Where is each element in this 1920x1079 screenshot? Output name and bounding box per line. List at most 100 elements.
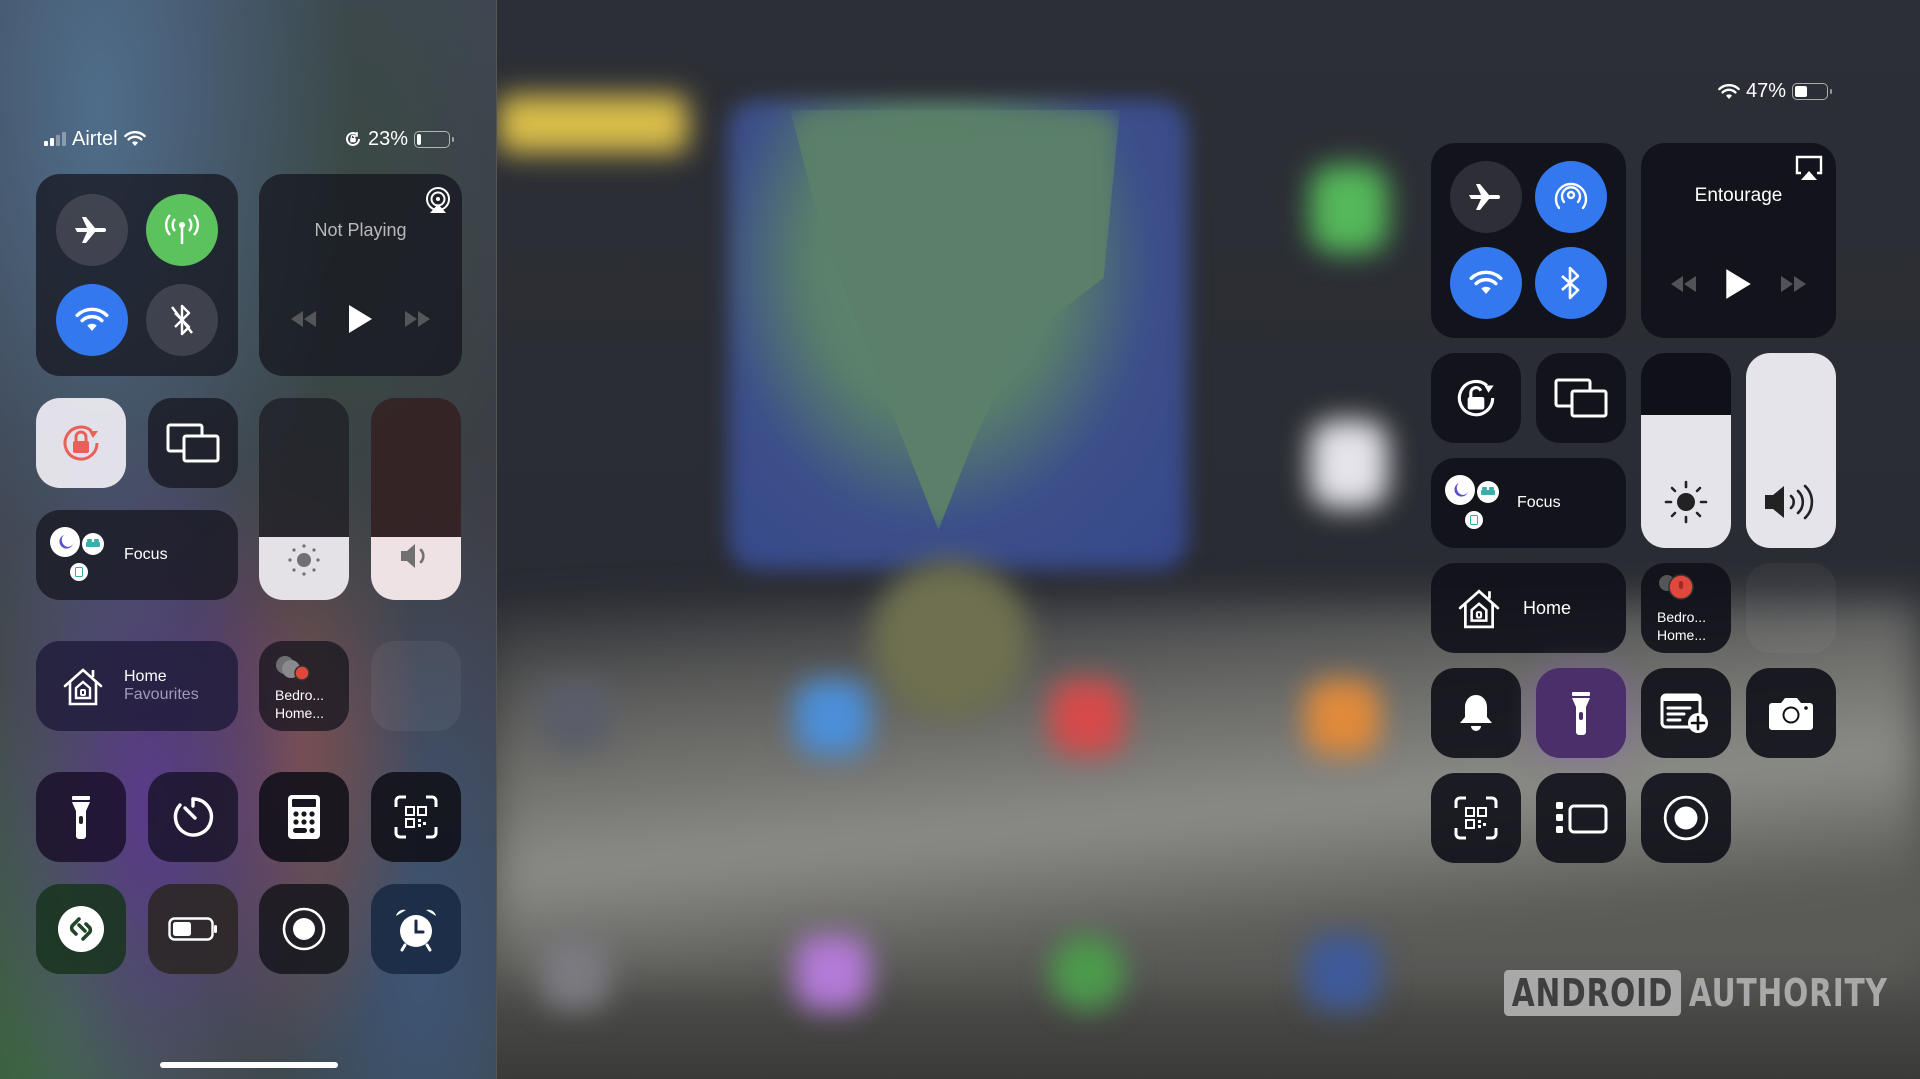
low-power-mode-button[interactable] — [148, 884, 238, 974]
home-title: Home — [124, 668, 167, 685]
volume-slider[interactable] — [1746, 353, 1836, 548]
wifi-icon — [1718, 83, 1740, 99]
carrier-name: Airtel — [72, 127, 118, 150]
qr-scanner-icon — [394, 795, 438, 839]
sleep-bed-icon — [1477, 481, 1499, 503]
home-accessory-bedroom[interactable]: Bedro... Home... — [259, 641, 349, 731]
home-icon — [63, 668, 103, 706]
rewind-icon[interactable] — [288, 309, 318, 329]
blurred-app-icon — [1305, 935, 1380, 1010]
battery-level — [1795, 86, 1807, 97]
screen-mirroring-button[interactable] — [148, 398, 238, 488]
shazam-icon — [58, 906, 104, 952]
camera-button[interactable] — [1746, 668, 1836, 758]
volume-slider[interactable] — [371, 398, 461, 600]
timer-button[interactable] — [148, 772, 238, 862]
brightness-slider[interactable] — [1641, 353, 1731, 548]
moon-icon — [1445, 475, 1475, 505]
blurred-app-icon — [1310, 420, 1388, 508]
flashlight-icon — [1572, 692, 1590, 735]
fast-forward-icon[interactable] — [403, 309, 433, 329]
qr-scanner-button[interactable] — [371, 772, 461, 862]
stage-manager-icon — [1556, 802, 1608, 834]
antenna-icon — [165, 214, 199, 244]
bluetooth-toggle[interactable] — [1535, 247, 1607, 319]
play-icon[interactable] — [347, 304, 373, 334]
rotation-lock-toggle[interactable] — [36, 398, 126, 488]
home-accessory-bedroom[interactable]: Bedro... Home... — [1641, 563, 1731, 653]
home-button[interactable]: Home — [1431, 563, 1626, 653]
iphone-status-right: 23% — [344, 126, 455, 152]
empty-control-slot — [371, 641, 461, 731]
accessory-room: Home... — [275, 705, 325, 721]
camera-icon — [1769, 698, 1813, 730]
ipad-now-playing-module[interactable]: Entourage — [1641, 143, 1836, 338]
flashlight-button[interactable] — [36, 772, 126, 862]
work-badge-icon — [70, 563, 88, 581]
rotation-lock-icon — [63, 425, 99, 461]
home-subtitle: Favourites — [124, 686, 199, 703]
airplane-icon — [1469, 184, 1500, 210]
cellular-signal-icon — [44, 132, 66, 146]
airdrop-icon — [1554, 182, 1588, 210]
screen-record-icon — [282, 907, 326, 951]
stage-manager-button[interactable] — [1536, 773, 1626, 863]
flashlight-button[interactable] — [1536, 668, 1626, 758]
iphone-status-left: Airtel — [44, 126, 146, 152]
brightness-slider[interactable] — [259, 398, 349, 600]
play-icon[interactable] — [1724, 268, 1752, 300]
screen-record-button[interactable] — [1641, 773, 1731, 863]
alarm-button[interactable] — [371, 884, 461, 974]
flashlight-icon — [72, 796, 90, 839]
timer-icon — [173, 797, 214, 837]
home-indicator[interactable] — [160, 1062, 338, 1068]
cellular-data-toggle[interactable] — [146, 194, 218, 266]
brightness-icon — [259, 542, 349, 578]
silent-mode-icon — [1460, 695, 1492, 731]
ipad-status-bar: 47% — [1718, 80, 1833, 103]
focus-button[interactable]: Focus — [36, 510, 238, 600]
airplay-audio-icon[interactable] — [424, 186, 452, 214]
home-icon — [1458, 589, 1500, 629]
now-playing-module[interactable]: Not Playing — [259, 174, 462, 376]
battery-percentage: 23% — [368, 127, 409, 150]
home-favourites-button[interactable]: Home Favourites — [36, 641, 238, 731]
moon-icon — [50, 527, 80, 557]
wifi-toggle[interactable] — [1450, 247, 1522, 319]
quick-note-button[interactable] — [1641, 668, 1731, 758]
airdrop-toggle[interactable] — [1535, 161, 1607, 233]
blurred-app-icon — [540, 680, 610, 750]
airplane-mode-toggle[interactable] — [1450, 161, 1522, 233]
rotation-lock-icon — [346, 131, 360, 146]
airplane-mode-toggle[interactable] — [56, 194, 128, 266]
screen-mirroring-icon — [1554, 378, 1608, 418]
calculator-button[interactable] — [259, 772, 349, 862]
watermark-android: ANDROID — [1504, 970, 1682, 1016]
blurred-app-icon — [1305, 680, 1380, 755]
home-title: Home — [1523, 597, 1572, 618]
screen-record-button[interactable] — [259, 884, 349, 974]
focus-button[interactable]: Focus — [1431, 458, 1626, 548]
screen-mirroring-button[interactable] — [1536, 353, 1626, 443]
rewind-icon[interactable] — [1668, 274, 1698, 294]
airplay-video-icon[interactable] — [1794, 155, 1824, 181]
wifi-icon — [1469, 270, 1503, 294]
battery-icon — [1792, 83, 1833, 100]
now-playing-title: Entourage — [1694, 185, 1783, 206]
orientation-lock-toggle[interactable] — [1431, 353, 1521, 443]
blurred-app-icon — [1050, 680, 1125, 755]
bluetooth-toggle[interactable] — [146, 284, 218, 356]
blurred-app-icon — [795, 680, 870, 755]
blurred-widget — [498, 95, 688, 153]
homepod-muted-icon — [276, 656, 310, 681]
shazam-button[interactable] — [36, 884, 126, 974]
airplane-icon — [75, 217, 106, 243]
silent-mode-toggle[interactable] — [1431, 668, 1521, 758]
accessory-room: Home... — [1657, 627, 1707, 643]
fast-forward-icon[interactable] — [1779, 274, 1809, 294]
media-controls — [259, 304, 462, 334]
qr-scanner-button[interactable] — [1431, 773, 1521, 863]
iphone-control-centre: Airtel 23% Not Playing Focus Home Favour… — [0, 0, 497, 1079]
connectivity-module — [36, 174, 238, 376]
wifi-toggle[interactable] — [56, 284, 128, 356]
